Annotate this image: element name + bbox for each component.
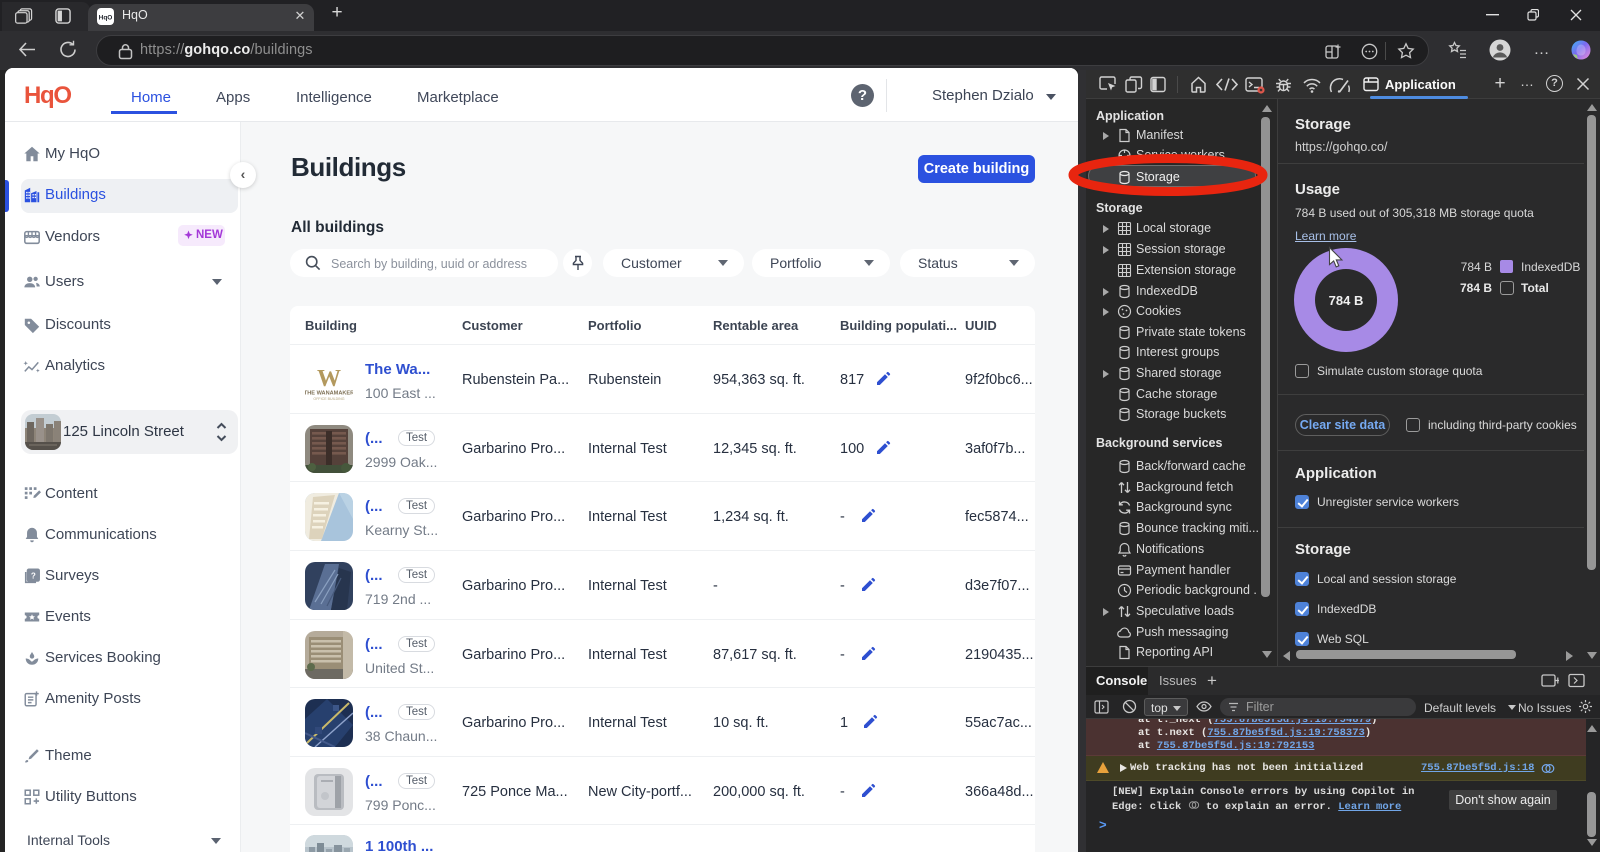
svg-text:?: ? (31, 571, 36, 580)
svg-text:OFFICE BUILDING: OFFICE BUILDING (313, 397, 344, 401)
svg-text:THE WANAMAKER: THE WANAMAKER (305, 391, 353, 397)
svg-text:W: W (317, 366, 341, 392)
svg-text:HqO: HqO (99, 15, 113, 22)
svg-text:HqO: HqO (24, 82, 71, 109)
